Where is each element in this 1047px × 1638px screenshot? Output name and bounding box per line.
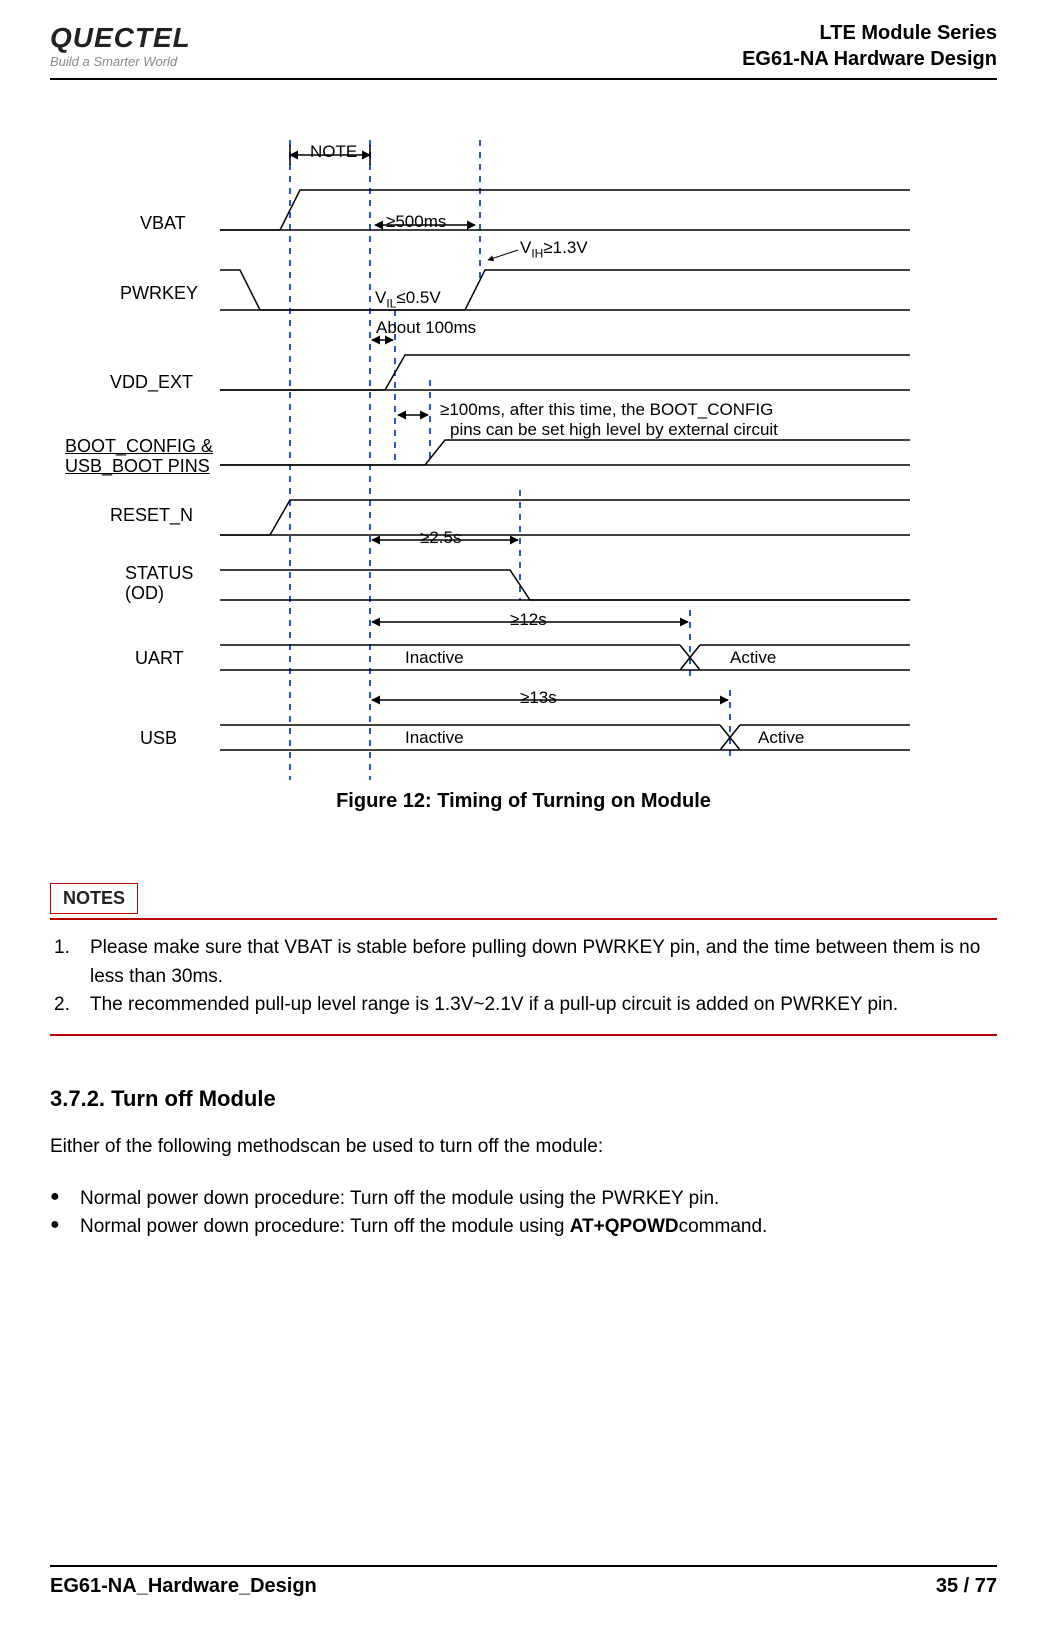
note-item: 1. Please make sure that VBAT is stable … xyxy=(54,934,997,991)
uart-inactive: Inactive xyxy=(405,648,464,668)
bullet-item: ● Normal power down procedure: Turn off … xyxy=(50,1188,997,1210)
ge100-msg1: ≥100ms, after this time, the BOOT_CONFIG xyxy=(440,400,773,420)
logo-text: QUECTEL xyxy=(50,24,191,52)
notes-divider-top xyxy=(50,918,997,920)
footer-right: 35 / 77 xyxy=(936,1575,997,1598)
usb-label: USB xyxy=(140,728,177,749)
section-heading: 3.7.2. Turn off Module xyxy=(50,1086,997,1112)
vih-label: VIH≥1.3V xyxy=(520,238,588,260)
header-line1: LTE Module Series xyxy=(742,20,997,46)
page-footer: EG61-NA_Hardware_Design 35 / 77 xyxy=(50,1565,997,1598)
note-number: 2. xyxy=(54,991,90,1020)
usb-active: Active xyxy=(758,728,804,748)
note-text: Please make sure that VBAT is stable bef… xyxy=(90,934,997,991)
notes-divider-bottom xyxy=(50,1034,997,1036)
ge25-label: ≥2.5s xyxy=(420,528,461,548)
timing-diagram: NOTE VBAT ≥500ms PWRKEY VIH≥1.3V VIL≤0.5… xyxy=(150,140,970,780)
status-label2: (OD) xyxy=(125,583,164,604)
footer-left: EG61-NA_Hardware_Design xyxy=(50,1575,317,1598)
note-text: The recommended pull-up level range is 1… xyxy=(90,991,898,1020)
note-number: 1. xyxy=(54,934,90,991)
pwrkey-label: PWRKEY xyxy=(120,283,198,304)
notes-title: NOTES xyxy=(50,883,138,914)
header-right: LTE Module Series EG61-NA Hardware Desig… xyxy=(742,20,997,72)
uart-active: Active xyxy=(730,648,776,668)
reset-label: RESET_N xyxy=(110,505,193,526)
logo-subtext: Build a Smarter World xyxy=(50,54,191,69)
vil-label: VIL≤0.5V xyxy=(375,288,441,310)
uart-label: UART xyxy=(135,648,184,669)
bullet-list: ● Normal power down procedure: Turn off … xyxy=(50,1188,997,1238)
bullet-text: Normal power down procedure: Turn off th… xyxy=(80,1188,719,1210)
bullet-icon: ● xyxy=(50,1188,80,1210)
section-paragraph: Either of the following methodscan be us… xyxy=(50,1136,997,1158)
figure-caption: Figure 12: Timing of Turning on Module xyxy=(50,790,997,813)
bullet-text: Normal power down procedure: Turn off th… xyxy=(80,1216,767,1238)
page-header: QUECTEL Build a Smarter World LTE Module… xyxy=(50,20,997,80)
ge13-label: ≥13s xyxy=(520,688,557,708)
about100-label: About 100ms xyxy=(376,318,476,338)
ge100-msg2: pins can be set high level by external c… xyxy=(450,420,778,440)
ge12-label: ≥12s xyxy=(510,610,547,630)
header-line2: EG61-NA Hardware Design xyxy=(742,46,997,72)
usb-inactive: Inactive xyxy=(405,728,464,748)
bullet-item: ● Normal power down procedure: Turn off … xyxy=(50,1216,997,1238)
ge500-label: ≥500ms xyxy=(386,212,446,232)
boot-label: BOOT_CONFIG & xyxy=(65,436,213,457)
note-item: 2. The recommended pull-up level range i… xyxy=(54,991,997,1020)
note-label: NOTE xyxy=(310,142,357,162)
notes-block: NOTES 1. Please make sure that VBAT is s… xyxy=(50,883,997,1036)
vbat-label: VBAT xyxy=(140,213,186,234)
bullet-icon: ● xyxy=(50,1216,80,1238)
logo: QUECTEL Build a Smarter World xyxy=(50,24,191,69)
boot-label2: USB_BOOT PINS xyxy=(65,456,210,477)
diagram-svg xyxy=(150,140,970,780)
vddext-label: VDD_EXT xyxy=(110,372,193,393)
status-label: STATUS xyxy=(125,563,193,584)
